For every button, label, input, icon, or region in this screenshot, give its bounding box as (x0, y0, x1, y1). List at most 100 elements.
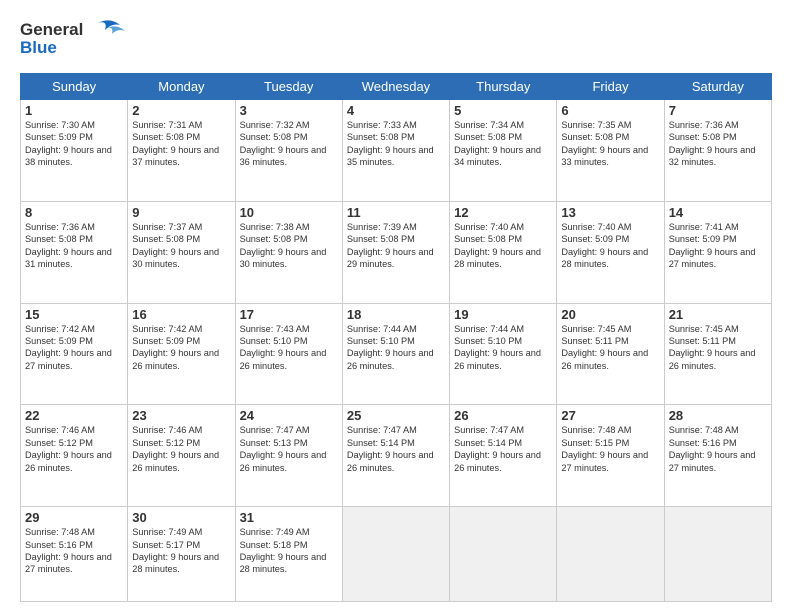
day-info: Sunrise: 7:42 AM Sunset: 5:09 PM Dayligh… (25, 323, 123, 373)
day-info: Sunrise: 7:41 AM Sunset: 5:09 PM Dayligh… (669, 221, 767, 271)
day-number: 22 (25, 408, 123, 423)
day-info: Sunrise: 7:39 AM Sunset: 5:08 PM Dayligh… (347, 221, 445, 271)
calendar-cell: 30 Sunrise: 7:49 AM Sunset: 5:17 PM Dayl… (128, 507, 235, 602)
day-number: 24 (240, 408, 338, 423)
calendar-week-row: 22 Sunrise: 7:46 AM Sunset: 5:12 PM Dayl… (21, 405, 772, 507)
calendar-week-row: 29 Sunrise: 7:48 AM Sunset: 5:16 PM Dayl… (21, 507, 772, 602)
header: General Blue (20, 15, 772, 65)
day-number: 26 (454, 408, 552, 423)
day-info: Sunrise: 7:48 AM Sunset: 5:16 PM Dayligh… (669, 424, 767, 474)
day-info: Sunrise: 7:44 AM Sunset: 5:10 PM Dayligh… (347, 323, 445, 373)
day-number: 27 (561, 408, 659, 423)
calendar-cell: 23 Sunrise: 7:46 AM Sunset: 5:12 PM Dayl… (128, 405, 235, 507)
day-info: Sunrise: 7:44 AM Sunset: 5:10 PM Dayligh… (454, 323, 552, 373)
weekday-header-saturday: Saturday (664, 74, 771, 100)
weekday-header-monday: Monday (128, 74, 235, 100)
calendar-cell: 26 Sunrise: 7:47 AM Sunset: 5:14 PM Dayl… (450, 405, 557, 507)
day-info: Sunrise: 7:47 AM Sunset: 5:13 PM Dayligh… (240, 424, 338, 474)
day-info: Sunrise: 7:38 AM Sunset: 5:08 PM Dayligh… (240, 221, 338, 271)
day-info: Sunrise: 7:34 AM Sunset: 5:08 PM Dayligh… (454, 119, 552, 169)
day-info: Sunrise: 7:46 AM Sunset: 5:12 PM Dayligh… (132, 424, 230, 474)
calendar-cell (664, 507, 771, 602)
day-number: 23 (132, 408, 230, 423)
calendar-cell: 25 Sunrise: 7:47 AM Sunset: 5:14 PM Dayl… (342, 405, 449, 507)
page-container: General Blue SundayMondayTuesdayWednesda… (0, 0, 792, 612)
svg-text:General: General (20, 20, 83, 39)
day-number: 11 (347, 205, 445, 220)
day-info: Sunrise: 7:33 AM Sunset: 5:08 PM Dayligh… (347, 119, 445, 169)
day-number: 1 (25, 103, 123, 118)
calendar-cell: 24 Sunrise: 7:47 AM Sunset: 5:13 PM Dayl… (235, 405, 342, 507)
calendar-cell: 9 Sunrise: 7:37 AM Sunset: 5:08 PM Dayli… (128, 201, 235, 303)
day-info: Sunrise: 7:49 AM Sunset: 5:17 PM Dayligh… (132, 526, 230, 576)
day-number: 2 (132, 103, 230, 118)
day-info: Sunrise: 7:43 AM Sunset: 5:10 PM Dayligh… (240, 323, 338, 373)
calendar-cell: 10 Sunrise: 7:38 AM Sunset: 5:08 PM Dayl… (235, 201, 342, 303)
day-number: 20 (561, 307, 659, 322)
day-number: 10 (240, 205, 338, 220)
day-number: 3 (240, 103, 338, 118)
day-info: Sunrise: 7:36 AM Sunset: 5:08 PM Dayligh… (25, 221, 123, 271)
day-info: Sunrise: 7:47 AM Sunset: 5:14 PM Dayligh… (347, 424, 445, 474)
day-info: Sunrise: 7:45 AM Sunset: 5:11 PM Dayligh… (669, 323, 767, 373)
calendar-cell: 22 Sunrise: 7:46 AM Sunset: 5:12 PM Dayl… (21, 405, 128, 507)
day-info: Sunrise: 7:36 AM Sunset: 5:08 PM Dayligh… (669, 119, 767, 169)
day-info: Sunrise: 7:49 AM Sunset: 5:18 PM Dayligh… (240, 526, 338, 576)
weekday-header-friday: Friday (557, 74, 664, 100)
calendar-cell: 20 Sunrise: 7:45 AM Sunset: 5:11 PM Dayl… (557, 303, 664, 405)
day-number: 16 (132, 307, 230, 322)
day-number: 8 (25, 205, 123, 220)
day-number: 5 (454, 103, 552, 118)
calendar-cell: 19 Sunrise: 7:44 AM Sunset: 5:10 PM Dayl… (450, 303, 557, 405)
day-number: 15 (25, 307, 123, 322)
calendar-week-row: 8 Sunrise: 7:36 AM Sunset: 5:08 PM Dayli… (21, 201, 772, 303)
weekday-header-thursday: Thursday (450, 74, 557, 100)
day-number: 18 (347, 307, 445, 322)
day-number: 31 (240, 510, 338, 525)
day-number: 9 (132, 205, 230, 220)
day-number: 12 (454, 205, 552, 220)
day-info: Sunrise: 7:31 AM Sunset: 5:08 PM Dayligh… (132, 119, 230, 169)
calendar-cell: 14 Sunrise: 7:41 AM Sunset: 5:09 PM Dayl… (664, 201, 771, 303)
calendar-cell: 3 Sunrise: 7:32 AM Sunset: 5:08 PM Dayli… (235, 100, 342, 202)
weekday-header-row: SundayMondayTuesdayWednesdayThursdayFrid… (21, 74, 772, 100)
logo-svg: General Blue (20, 15, 130, 60)
day-number: 7 (669, 103, 767, 118)
day-number: 6 (561, 103, 659, 118)
svg-text:Blue: Blue (20, 38, 57, 57)
calendar-cell: 13 Sunrise: 7:40 AM Sunset: 5:09 PM Dayl… (557, 201, 664, 303)
day-number: 13 (561, 205, 659, 220)
calendar-cell: 6 Sunrise: 7:35 AM Sunset: 5:08 PM Dayli… (557, 100, 664, 202)
weekday-header-sunday: Sunday (21, 74, 128, 100)
calendar-cell: 28 Sunrise: 7:48 AM Sunset: 5:16 PM Dayl… (664, 405, 771, 507)
calendar-cell: 18 Sunrise: 7:44 AM Sunset: 5:10 PM Dayl… (342, 303, 449, 405)
day-number: 25 (347, 408, 445, 423)
calendar-cell: 16 Sunrise: 7:42 AM Sunset: 5:09 PM Dayl… (128, 303, 235, 405)
day-info: Sunrise: 7:46 AM Sunset: 5:12 PM Dayligh… (25, 424, 123, 474)
calendar-cell: 15 Sunrise: 7:42 AM Sunset: 5:09 PM Dayl… (21, 303, 128, 405)
calendar-cell: 7 Sunrise: 7:36 AM Sunset: 5:08 PM Dayli… (664, 100, 771, 202)
calendar-cell: 29 Sunrise: 7:48 AM Sunset: 5:16 PM Dayl… (21, 507, 128, 602)
day-info: Sunrise: 7:40 AM Sunset: 5:09 PM Dayligh… (561, 221, 659, 271)
day-number: 17 (240, 307, 338, 322)
calendar-cell: 4 Sunrise: 7:33 AM Sunset: 5:08 PM Dayli… (342, 100, 449, 202)
calendar-cell: 21 Sunrise: 7:45 AM Sunset: 5:11 PM Dayl… (664, 303, 771, 405)
day-info: Sunrise: 7:32 AM Sunset: 5:08 PM Dayligh… (240, 119, 338, 169)
calendar-cell: 2 Sunrise: 7:31 AM Sunset: 5:08 PM Dayli… (128, 100, 235, 202)
day-info: Sunrise: 7:37 AM Sunset: 5:08 PM Dayligh… (132, 221, 230, 271)
calendar-week-row: 1 Sunrise: 7:30 AM Sunset: 5:09 PM Dayli… (21, 100, 772, 202)
calendar-cell (450, 507, 557, 602)
calendar-cell: 1 Sunrise: 7:30 AM Sunset: 5:09 PM Dayli… (21, 100, 128, 202)
weekday-header-wednesday: Wednesday (342, 74, 449, 100)
day-info: Sunrise: 7:47 AM Sunset: 5:14 PM Dayligh… (454, 424, 552, 474)
logo: General Blue (20, 15, 130, 65)
day-number: 19 (454, 307, 552, 322)
day-info: Sunrise: 7:30 AM Sunset: 5:09 PM Dayligh… (25, 119, 123, 169)
calendar-cell: 27 Sunrise: 7:48 AM Sunset: 5:15 PM Dayl… (557, 405, 664, 507)
day-info: Sunrise: 7:45 AM Sunset: 5:11 PM Dayligh… (561, 323, 659, 373)
calendar-table: SundayMondayTuesdayWednesdayThursdayFrid… (20, 73, 772, 602)
day-number: 21 (669, 307, 767, 322)
calendar-cell: 31 Sunrise: 7:49 AM Sunset: 5:18 PM Dayl… (235, 507, 342, 602)
calendar-cell (557, 507, 664, 602)
day-info: Sunrise: 7:40 AM Sunset: 5:08 PM Dayligh… (454, 221, 552, 271)
